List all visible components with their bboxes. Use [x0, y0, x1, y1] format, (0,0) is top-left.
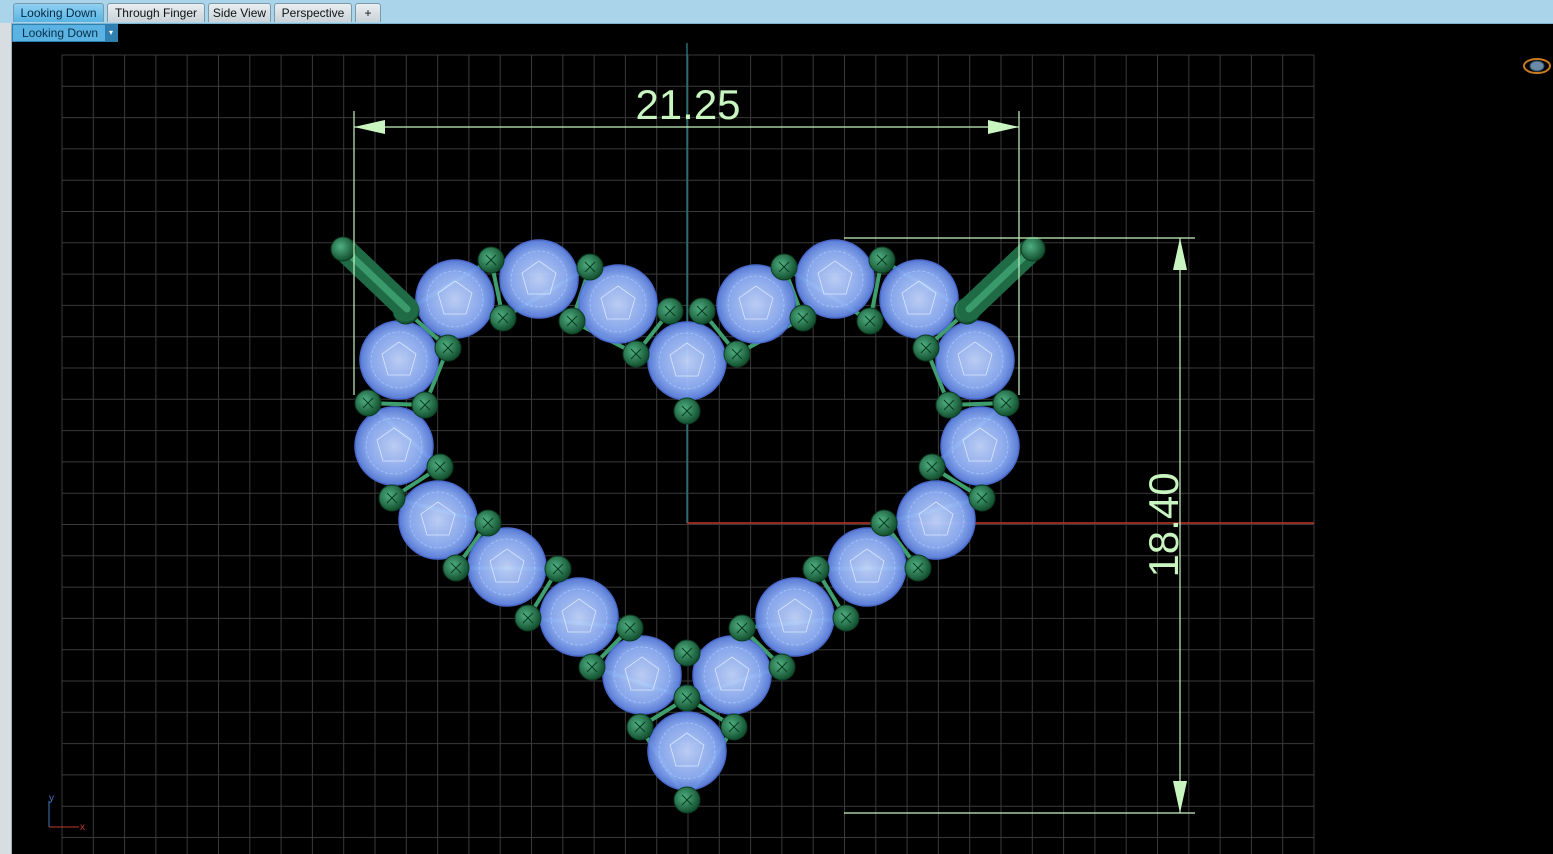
- gemstone: [879, 259, 959, 339]
- viewport-tab-bar: Looking Down Through Finger Side View Pe…: [0, 0, 1553, 24]
- gemstone: [692, 635, 772, 715]
- gemstone: [499, 239, 579, 319]
- gemstone: [359, 320, 439, 400]
- gemstone: [755, 577, 835, 657]
- width-dimension-label: 21.25: [635, 81, 740, 128]
- gemstone: [896, 480, 976, 560]
- gemstone: [467, 527, 547, 607]
- left-toolbar-strip: [0, 23, 12, 854]
- gemstone: [539, 577, 619, 657]
- gemstone: [354, 406, 434, 486]
- gemstone: [398, 480, 478, 560]
- gemstone: [935, 320, 1015, 400]
- tab-perspective[interactable]: Perspective: [274, 3, 352, 22]
- gemstone: [827, 527, 907, 607]
- viewport-canvas[interactable]: 21.25 18.40 y x: [12, 43, 1553, 854]
- gemstone: [647, 711, 727, 791]
- gemstone: [940, 406, 1020, 486]
- add-tab-button[interactable]: +: [355, 3, 381, 22]
- viewport-name-label: Looking Down: [21, 26, 99, 40]
- gemstone: [415, 259, 495, 339]
- right-bail: [957, 236, 1046, 321]
- axis-x-label: x: [80, 822, 85, 833]
- view-navigation-icon[interactable]: [1522, 56, 1552, 76]
- height-dimension-label: 18.40: [1140, 472, 1187, 577]
- viewport-dropdown-icon[interactable]: ▾: [105, 25, 117, 41]
- axis-indicator: y x: [48, 793, 85, 833]
- tab-through-finger[interactable]: Through Finger: [107, 3, 205, 22]
- tab-looking-down[interactable]: Looking Down: [13, 3, 104, 22]
- axis-y-label: y: [49, 793, 54, 804]
- left-bail: [330, 236, 419, 321]
- viewport-name-button[interactable]: Looking Down ▾: [12, 24, 118, 42]
- tab-side-view[interactable]: Side View: [208, 3, 271, 22]
- gemstone: [602, 635, 682, 715]
- gemstone: [647, 321, 727, 401]
